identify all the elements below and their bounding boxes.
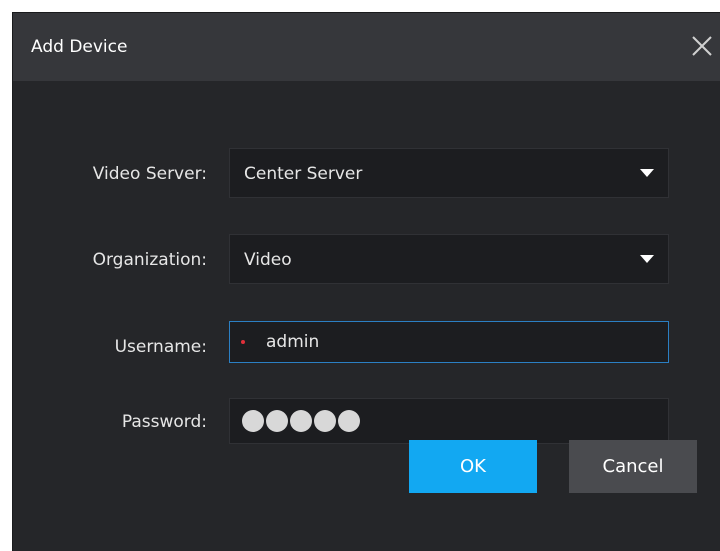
- password-dot: [314, 410, 336, 432]
- chevron-down-icon: [640, 169, 654, 177]
- chevron-down-icon: [640, 255, 654, 263]
- password-dot: [242, 410, 264, 432]
- organization-select[interactable]: Video: [229, 234, 669, 284]
- password-dot: [290, 410, 312, 432]
- password-label: Password:: [121, 412, 207, 432]
- required-marker-icon: [241, 340, 245, 344]
- close-button[interactable]: [687, 31, 717, 61]
- dialog-title: Add Device: [31, 37, 128, 57]
- add-device-dialog: Add Device Video Server: Center Server O…: [12, 12, 720, 551]
- password-dot: [338, 410, 360, 432]
- page: Add Device Video Server: Center Server O…: [0, 0, 720, 551]
- organization-value: Video: [244, 250, 292, 270]
- video-server-label: Video Server:: [92, 164, 207, 184]
- ok-button[interactable]: OK: [409, 440, 537, 493]
- username-input[interactable]: admin: [229, 321, 669, 363]
- dialog-titlebar: Add Device: [13, 13, 720, 81]
- username-label: Username:: [114, 337, 207, 357]
- video-server-select[interactable]: Center Server: [229, 148, 669, 198]
- cancel-button[interactable]: Cancel: [569, 440, 697, 493]
- close-icon: [692, 36, 712, 56]
- password-input[interactable]: [229, 398, 669, 444]
- username-value: admin: [266, 332, 320, 352]
- password-dot: [266, 410, 288, 432]
- organization-label: Organization:: [92, 250, 207, 270]
- video-server-value: Center Server: [244, 164, 363, 184]
- password-mask: [242, 410, 360, 432]
